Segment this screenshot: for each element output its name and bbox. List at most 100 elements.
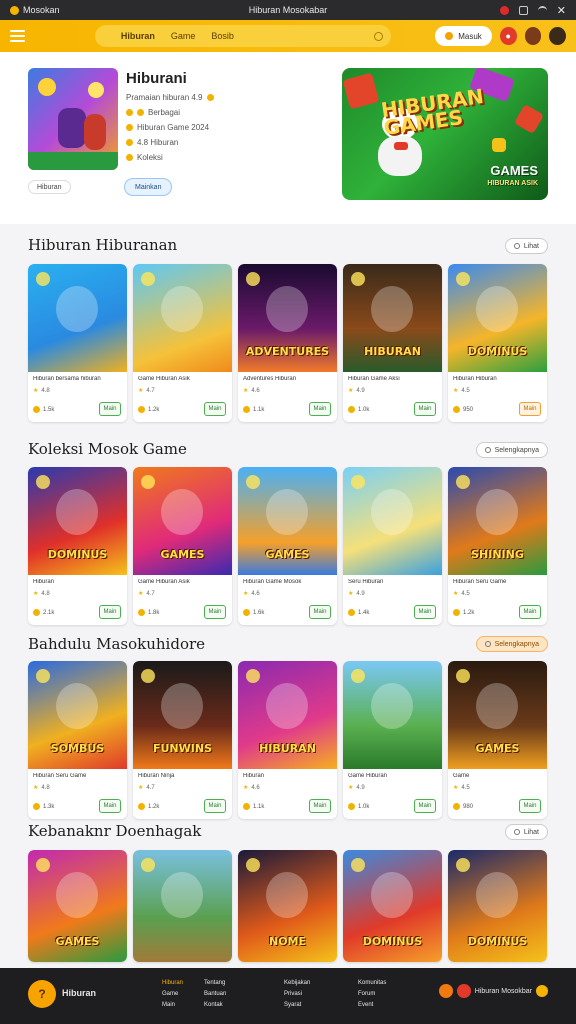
footer-link[interactable]: Game	[162, 991, 183, 997]
hero-play-button[interactable]: Mainkan	[124, 178, 173, 196]
rating-value: 4.5	[461, 590, 470, 597]
footer-link[interactable]: Kebijakan	[284, 980, 310, 986]
game-thumbnail[interactable]: NOME	[238, 850, 337, 962]
play-button[interactable]: Main	[519, 402, 541, 416]
play-button[interactable]: Main	[309, 605, 331, 619]
play-button[interactable]: Main	[414, 402, 436, 416]
play-button[interactable]: Main	[309, 402, 331, 416]
play-button[interactable]: Main	[99, 799, 121, 813]
hero-banner[interactable]: HIBURAN GAMES GAMES HIBURAN ASIK	[342, 68, 548, 200]
play-button[interactable]: Main	[309, 799, 331, 813]
game-card[interactable]: Seru Hiburan ★ 4.9 1.4k Main	[343, 467, 442, 625]
social-icon[interactable]	[456, 984, 471, 998]
notification-icon[interactable]: ●	[499, 27, 517, 45]
game-card[interactable]: FUNWINS Hiburan Ninja ★ 4.7 1.2k Main	[133, 661, 232, 819]
search-bar[interactable]: Hiburan Game Bosib	[94, 25, 392, 47]
hero-thumbnail[interactable]	[28, 68, 118, 170]
game-thumbnail[interactable]: GAMES	[133, 467, 232, 575]
see-all-button[interactable]: Lihat	[504, 238, 548, 254]
avatar[interactable]	[524, 27, 542, 45]
game-card[interactable]: SHINING Hiburan Seru Game ★ 4.5 1.2k Main	[448, 467, 547, 625]
banner-subtitle: GAMES HIBURAN ASIK	[487, 163, 538, 187]
game-card[interactable]: DOMINUS	[448, 850, 547, 962]
footer-link[interactable]: Bantuan	[204, 991, 226, 997]
play-button[interactable]: Main	[519, 605, 541, 619]
play-button[interactable]: Main	[519, 799, 541, 813]
play-button[interactable]: Main	[204, 799, 226, 813]
login-button[interactable]: Masuk	[435, 26, 492, 46]
game-thumbnail[interactable]	[28, 264, 127, 372]
footer-link[interactable]: Hiburan	[162, 980, 183, 986]
game-thumbnail[interactable]: HIBURAN	[238, 661, 337, 769]
game-thumbnail[interactable]: DOMINUS	[343, 850, 442, 962]
game-thumbnail[interactable]	[133, 850, 232, 962]
game-card[interactable]: SOMBUS Hiburan Seru Game ★ 4.8 1.3k Main	[28, 661, 127, 819]
footer-column: Komunitas Forum Event	[358, 980, 386, 1008]
footer-right-label: Hiburan Mosokbar	[474, 987, 532, 995]
play-button[interactable]: Main	[414, 799, 436, 813]
coin-icon	[36, 475, 50, 489]
game-thumbnail[interactable]	[343, 467, 442, 575]
see-all-button[interactable]: Lihat	[504, 824, 548, 840]
game-thumbnail[interactable]: DOMINUS	[448, 264, 547, 372]
game-thumbnail[interactable]	[133, 264, 232, 372]
footer-link[interactable]: Komunitas	[358, 980, 386, 986]
arrow-icon	[484, 447, 491, 453]
game-thumbnail[interactable]: SHINING	[448, 467, 547, 575]
game-thumbnail[interactable]: ADVENTURES	[238, 264, 337, 372]
play-button[interactable]: Main	[204, 402, 226, 416]
game-card[interactable]: GAMES Game Hiburan Asik ★ 4.7 1.8k Main	[133, 467, 232, 625]
bell-icon[interactable]	[518, 5, 528, 15]
game-card[interactable]: DOMINUS Hiburan Hiburan ★ 4.5 950 Main	[448, 264, 547, 422]
footer-link[interactable]: Tentang	[204, 980, 226, 986]
see-all-button[interactable]: Selengkapnya	[475, 442, 548, 458]
game-card[interactable]: DOMINUS	[343, 850, 442, 962]
footer-link[interactable]: Forum	[358, 991, 386, 997]
play-button[interactable]: Main	[99, 605, 121, 619]
game-card[interactable]	[133, 850, 232, 962]
game-card[interactable]: Hiburan bersama hiburan ★ 4.8 1.5k Main	[28, 264, 127, 422]
game-card[interactable]: Game Hiburan ★ 4.9 1.0k Main	[343, 661, 442, 819]
hero-line: 4.8 Hiburan	[126, 138, 326, 147]
hero-tag[interactable]: Hiburan	[28, 180, 71, 194]
game-card[interactable]: GAMES Game ★ 4.5 980 Main	[448, 661, 547, 819]
menu-icon[interactable]	[10, 30, 25, 42]
profile-icon[interactable]	[549, 27, 567, 45]
game-card[interactable]: HIBURAN Hiburan ★ 4.6 1.1k Main	[238, 661, 337, 819]
game-thumbnail[interactable]: GAMES	[28, 850, 127, 962]
game-card[interactable]: DOMINUS Hiburan ★ 4.8 2.1k Main	[28, 467, 127, 625]
game-thumbnail[interactable]: SOMBUS	[28, 661, 127, 769]
header-brand: Hiburan	[120, 31, 155, 41]
game-card[interactable]: NOME	[238, 850, 337, 962]
footer-link[interactable]: Privasi	[284, 991, 310, 997]
game-thumbnail[interactable]: DOMINUS	[448, 850, 547, 962]
game-card[interactable]: GAMES	[28, 850, 127, 962]
game-thumbnail[interactable]: DOMINUS	[28, 467, 127, 575]
play-button[interactable]: Main	[414, 605, 436, 619]
coin-icon	[456, 272, 470, 286]
plays-value: 1.1k	[253, 803, 265, 810]
see-all-button[interactable]: Selengkapnya	[475, 636, 548, 652]
status-center-text: Hiburan Mosokabar	[248, 5, 328, 15]
game-thumbnail[interactable]: GAMES	[238, 467, 337, 575]
game-thumbnail[interactable]: FUNWINS	[133, 661, 232, 769]
game-thumbnail[interactable]: HIBURAN	[343, 264, 442, 372]
play-button[interactable]: Main	[99, 402, 121, 416]
game-thumbnail[interactable]	[343, 661, 442, 769]
footer-link[interactable]: Kontak	[204, 1002, 226, 1008]
play-button[interactable]: Main	[204, 605, 226, 619]
footer-link[interactable]: Syarat	[284, 1002, 310, 1008]
footer-link[interactable]: Main	[162, 1002, 183, 1008]
footer-logo-icon[interactable]: ?	[28, 980, 56, 1008]
game-rating: ★ 4.5	[453, 784, 470, 792]
game-thumbnail[interactable]: GAMES	[448, 661, 547, 769]
game-card[interactable]: HIBURAN Hiburan Game Aksi ★ 4.9 1.0k Main	[343, 264, 442, 422]
game-card[interactable]: GAMES Hiburan Game Mosok ★ 4.6 1.6k Main	[238, 467, 337, 625]
close-icon[interactable]: ✕	[557, 4, 566, 17]
social-icon[interactable]	[438, 984, 453, 998]
coin-icon	[456, 475, 470, 489]
footer-link[interactable]: Event	[358, 1002, 386, 1008]
game-card[interactable]: ADVENTURES Adventures Hiburan ★ 4.6 1.1k Main	[238, 264, 337, 422]
game-card[interactable]: Game Hiburan Asik ★ 4.7 1.2k Main	[133, 264, 232, 422]
search-icon[interactable]	[374, 31, 384, 41]
